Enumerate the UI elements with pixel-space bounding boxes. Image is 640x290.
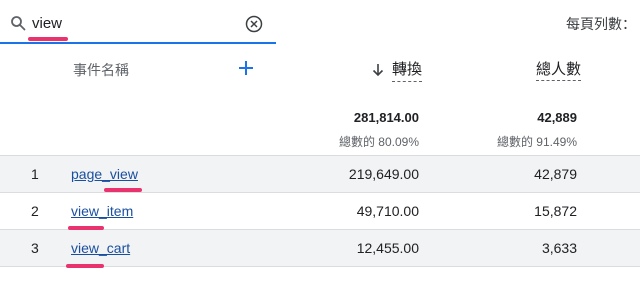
event-name-link[interactable]: view_cart [71, 240, 130, 256]
search-icon [11, 16, 26, 31]
table-row: 3 view_cart 12,455.00 3,633 [0, 230, 640, 267]
rows-per-page-label: 每頁列數： [566, 16, 636, 32]
event-name-link[interactable]: view_item [71, 203, 133, 219]
total-users: 42,889 [537, 110, 577, 125]
highlight-mark [28, 37, 68, 41]
add-dimension-button[interactable] [236, 58, 256, 78]
row-conversions: 49,710.00 [356, 203, 419, 219]
row-conversions: 12,455.00 [356, 240, 419, 256]
table-header: 事件名稱 轉換 總人數 281,814.00 總數的 80.09% 42,889… [0, 44, 640, 156]
table-row: 1 page_view 219,649.00 42,879 [0, 156, 640, 193]
total-conversions: 281,814.00 [353, 110, 419, 125]
event-name-link[interactable]: page_view [71, 166, 138, 182]
row-users: 42,879 [534, 166, 577, 182]
column-header-users-label: 總人數 [536, 61, 582, 81]
row-users: 15,872 [534, 203, 577, 219]
column-header-event-name[interactable]: 事件名稱 [73, 60, 129, 80]
row-index: 3 [31, 240, 39, 256]
column-header-conversions-label: 轉換 [392, 58, 423, 82]
row-index: 2 [31, 203, 39, 219]
search-input[interactable] [32, 12, 232, 34]
arrow-down-icon [372, 64, 384, 77]
column-header-conversions[interactable]: 轉換 [372, 58, 423, 82]
table-toolbar: 每頁列數： [0, 0, 640, 44]
highlight-mark [66, 264, 104, 268]
row-index: 1 [31, 166, 39, 182]
table-row: 2 view_item 49,710.00 15,872 [0, 193, 640, 230]
highlight-mark [104, 188, 142, 192]
row-conversions: 219,649.00 [348, 166, 419, 182]
row-users: 3,633 [541, 240, 577, 256]
total-conversions-percent: 總數的 80.09% [338, 135, 419, 149]
clear-search-button[interactable] [245, 15, 263, 33]
total-users-percent: 總數的 91.49% [496, 135, 577, 149]
column-header-users[interactable]: 總人數 [536, 58, 582, 81]
